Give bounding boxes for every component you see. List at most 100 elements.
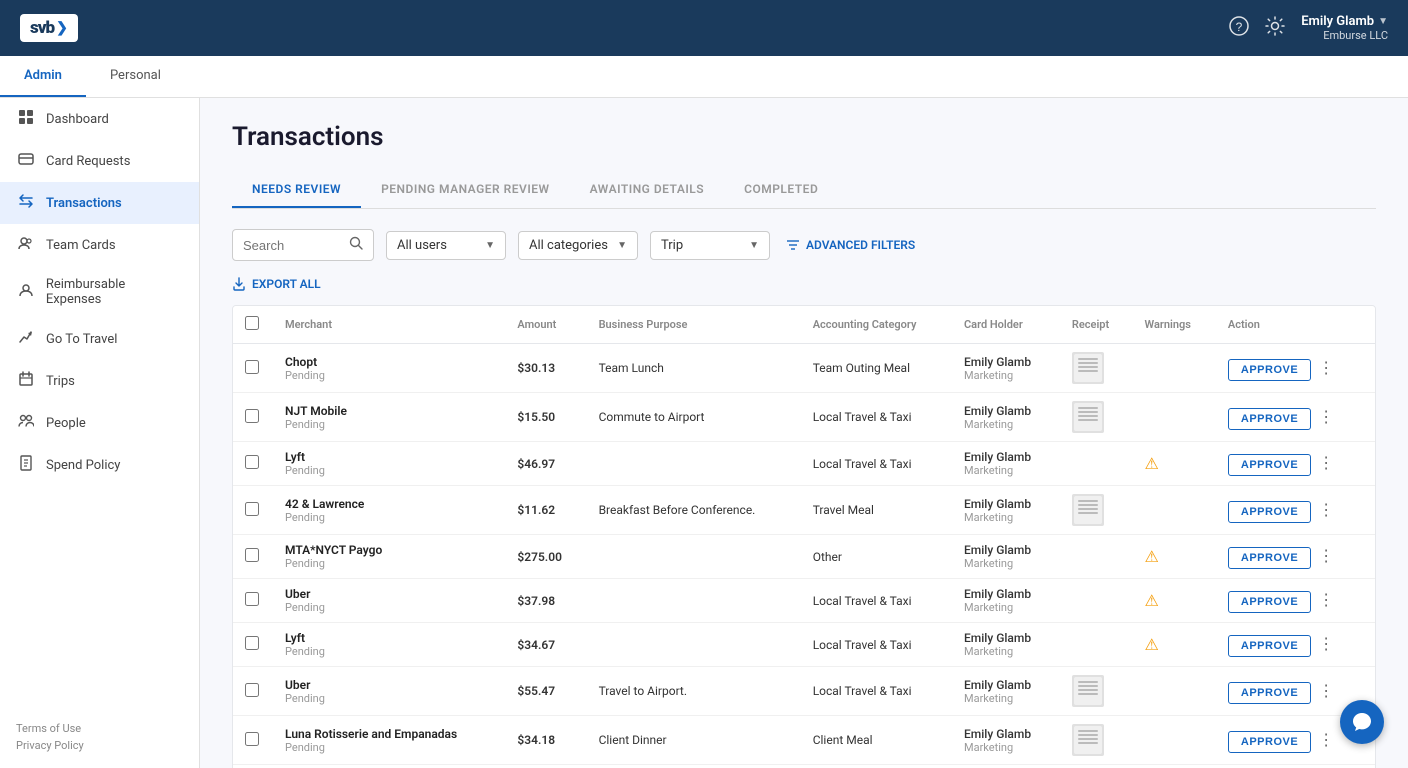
amount: $30.13 (505, 344, 586, 393)
svg-text:?: ? (1236, 20, 1243, 34)
row-checkbox[interactable] (245, 455, 259, 469)
search-icon (349, 236, 363, 254)
more-actions-button[interactable]: ⋮ (1314, 679, 1338, 703)
merchant-name: Uber (285, 678, 493, 692)
amount: $55.47 (505, 667, 586, 716)
approve-button[interactable]: APPROVE (1228, 682, 1311, 704)
approve-button[interactable]: APPROVE (1228, 731, 1311, 753)
sidebar-item-card-requests[interactable]: Card Requests (0, 140, 199, 182)
sidebar-item-spend-policy[interactable]: Spend Policy (0, 444, 199, 486)
row-checkbox[interactable] (245, 502, 259, 516)
receipt-thumbnail[interactable] (1072, 675, 1104, 707)
merchant-status: Pending (285, 692, 493, 705)
action-cell: APPROVE ⋮ (1216, 535, 1375, 579)
export-all-button[interactable]: EXPORT ALL (232, 277, 1376, 291)
warning-cell: ⚠ (1133, 623, 1216, 667)
col-business-purpose: Business Purpose (587, 306, 801, 344)
sidebar-item-trips[interactable]: Trips (0, 360, 199, 402)
sidebar-item-team-cards-label: Team Cards (46, 238, 116, 253)
logo[interactable]: svb ❯ (20, 14, 78, 42)
more-actions-button[interactable]: ⋮ (1314, 588, 1338, 612)
sidebar-item-team-cards[interactable]: Team Cards (0, 224, 199, 266)
row-checkbox[interactable] (245, 409, 259, 423)
spend-policy-icon (16, 455, 36, 475)
trip-filter[interactable]: Trip ▼ (650, 231, 770, 260)
privacy-link[interactable]: Privacy Policy (16, 739, 183, 752)
row-checkbox[interactable] (245, 592, 259, 606)
all-users-filter[interactable]: All users ▼ (386, 231, 506, 260)
select-all-checkbox[interactable] (245, 316, 259, 330)
more-actions-button[interactable]: ⋮ (1314, 356, 1338, 380)
help-icon[interactable]: ? (1229, 16, 1249, 40)
approve-button[interactable]: APPROVE (1228, 501, 1311, 523)
more-actions-button[interactable]: ⋮ (1314, 498, 1338, 522)
chevron-down-icon: ▼ (485, 240, 495, 251)
chat-bubble-button[interactable] (1340, 700, 1384, 744)
sidebar-item-dashboard[interactable]: Dashboard (0, 98, 199, 140)
card-holder-name: Emily Glamb (964, 404, 1048, 418)
tab-awaiting-details[interactable]: AWAITING DETAILS (570, 172, 725, 208)
col-action: Action (1216, 306, 1375, 344)
approve-button[interactable]: APPROVE (1228, 359, 1311, 381)
warning-cell (1133, 344, 1216, 393)
sidebar-item-people[interactable]: People (0, 402, 199, 444)
approve-button[interactable]: APPROVE (1228, 408, 1311, 430)
receipt-thumbnail[interactable] (1072, 401, 1104, 433)
sidebar-item-go-to-travel[interactable]: Go To Travel (0, 318, 199, 360)
tab-completed[interactable]: COMPLETED (724, 172, 838, 208)
receipt-cell (1060, 623, 1133, 667)
accounting-category: Client Meal (801, 716, 952, 765)
merchant-status: Pending (285, 741, 493, 754)
merchant-name: Chopt (285, 355, 493, 369)
table-row: Luna Rotisserie and EmpanadasPending$34.… (233, 716, 1375, 765)
merchant-status: Pending (285, 557, 493, 570)
tab-admin[interactable]: Admin (0, 56, 86, 97)
warning-icon: ⚠ (1145, 635, 1159, 654)
more-actions-button[interactable]: ⋮ (1314, 632, 1338, 656)
row-checkbox[interactable] (245, 683, 259, 697)
more-actions-button[interactable]: ⋮ (1314, 728, 1338, 752)
terms-link[interactable]: Terms of Use (16, 722, 183, 735)
tab-needs-review[interactable]: NEEDS REVIEW (232, 172, 361, 208)
row-checkbox[interactable] (245, 548, 259, 562)
row-checkbox[interactable] (245, 732, 259, 746)
business-purpose (587, 579, 801, 623)
table-row: UberPending$32.97Travel to Airport.Local… (233, 765, 1375, 768)
amount: $34.67 (505, 623, 586, 667)
approve-button[interactable]: APPROVE (1228, 591, 1311, 613)
row-checkbox[interactable] (245, 360, 259, 374)
business-purpose (587, 623, 801, 667)
more-actions-button[interactable]: ⋮ (1314, 544, 1338, 568)
more-actions-button[interactable]: ⋮ (1314, 405, 1338, 429)
approve-button[interactable]: APPROVE (1228, 635, 1311, 657)
receipt-thumbnail[interactable] (1072, 494, 1104, 526)
row-checkbox[interactable] (245, 636, 259, 650)
card-holder-name: Emily Glamb (964, 450, 1048, 464)
export-all-label: EXPORT ALL (252, 277, 321, 291)
search-input[interactable] (243, 238, 343, 253)
search-box[interactable] (232, 229, 374, 261)
warning-cell (1133, 393, 1216, 442)
merchant-name: Lyft (285, 631, 493, 645)
settings-icon[interactable] (1265, 16, 1285, 40)
all-categories-filter[interactable]: All categories ▼ (518, 231, 638, 260)
user-menu[interactable]: Emily Glamb ▼ Emburse LLC (1301, 14, 1388, 42)
business-purpose (587, 535, 801, 579)
sidebar-item-reimbursable-expenses[interactable]: Reimbursable Expenses (0, 266, 199, 318)
more-actions-button[interactable]: ⋮ (1314, 451, 1338, 475)
approve-button[interactable]: APPROVE (1228, 547, 1311, 569)
advanced-filters-button[interactable]: ADVANCED FILTERS (786, 238, 915, 252)
tab-pending-manager-review[interactable]: PENDING MANAGER REVIEW (361, 172, 570, 208)
approve-button[interactable]: APPROVE (1228, 454, 1311, 476)
sidebar-item-transactions[interactable]: Transactions (0, 182, 199, 224)
tab-personal[interactable]: Personal (86, 56, 185, 97)
warning-icon: ⚠ (1145, 591, 1159, 610)
merchant-status: Pending (285, 511, 493, 524)
receipt-thumbnail[interactable] (1072, 352, 1104, 384)
sidebar-item-spend-policy-label: Spend Policy (46, 458, 120, 473)
receipt-thumbnail[interactable] (1072, 724, 1104, 756)
receipt-cell (1060, 579, 1133, 623)
accounting-category: Local Travel & Taxi (801, 442, 952, 486)
receipt-cell (1060, 535, 1133, 579)
amount: $37.98 (505, 579, 586, 623)
